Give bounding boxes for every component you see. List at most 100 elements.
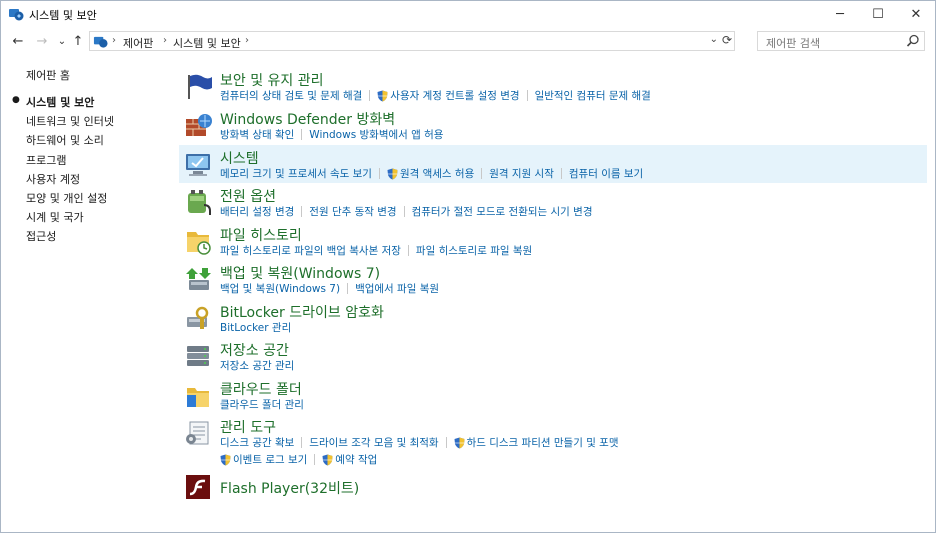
task-link-label: 컴퓨터가 절전 모드로 전환되는 시기 변경	[411, 206, 593, 218]
forward-button[interactable]: →	[33, 32, 51, 50]
file-history-icon[interactable]	[183, 226, 213, 256]
task-link[interactable]: Windows 방화벽에서 앱 허용	[309, 127, 443, 142]
sidebar-item-ease-of-access[interactable]: 접근성	[26, 228, 56, 244]
sidebar-item-hardware-sound[interactable]: 하드웨어 및 소리	[26, 132, 104, 148]
close-button[interactable]: ✕	[897, 1, 935, 27]
sidebar-item-network-internet[interactable]: 네트워크 및 인터넷	[26, 113, 114, 129]
link-separator	[314, 454, 316, 465]
task-link[interactable]: 저장소 공간 관리	[220, 358, 294, 373]
chevron-right-icon[interactable]: ›	[245, 35, 249, 46]
chevron-right-icon[interactable]: ›	[112, 35, 116, 46]
task-link[interactable]: 메모리 크기 및 프로세서 속도 보기	[220, 166, 372, 181]
system-icon[interactable]	[183, 149, 213, 179]
task-link[interactable]: 디스크 공간 확보	[220, 435, 294, 450]
task-link[interactable]: 클라우드 폴더 관리	[220, 397, 304, 412]
category-title[interactable]: 전원 옵션	[220, 186, 276, 206]
sidebar-item-user-accounts[interactable]: 사용자 계정	[26, 171, 80, 187]
uac-shield-icon	[322, 454, 333, 465]
link-separator	[301, 437, 303, 448]
link-separator	[526, 90, 528, 101]
task-link[interactable]: 컴퓨터 이름 보기	[569, 166, 643, 181]
search-icon[interactable]	[906, 34, 920, 48]
task-link[interactable]: 일반적인 컴퓨터 문제 해결	[535, 88, 651, 103]
task-link-label: 드라이브 조각 모음 및 최적화	[309, 437, 439, 449]
task-link[interactable]: 사용자 계정 컨트롤 설정 변경	[377, 88, 520, 103]
breadcrumb-control-panel[interactable]: 제어판	[123, 35, 153, 51]
category-title[interactable]: 저장소 공간	[220, 340, 289, 360]
task-link-row: 파일 히스토리로 파일의 백업 복사본 저장 파일 히스토리로 파일 복원	[220, 243, 532, 258]
category-flash: Flash Player(32비트)	[179, 472, 927, 502]
task-link-row: 저장소 공간 관리	[220, 358, 294, 373]
task-link-row: 방화벽 상태 확인 Windows 방화벽에서 앱 허용	[220, 127, 443, 142]
uac-shield-icon	[220, 454, 231, 465]
category-title[interactable]: Flash Player(32비트)	[220, 478, 359, 498]
task-link[interactable]: 백업 및 복원(Windows 7)	[220, 281, 340, 296]
task-link-label: 백업에서 파일 복원	[355, 283, 440, 295]
task-link[interactable]: 컴퓨터가 절전 모드로 전환되는 시기 변경	[412, 204, 593, 219]
sidebar-item-clock-region[interactable]: 시계 및 국가	[26, 209, 84, 225]
category-system: 시스템 메모리 크기 및 프로세서 속도 보기 원격 액세스 허용 원격 지원 시작 컴…	[179, 145, 927, 183]
link-separator	[369, 90, 371, 101]
minimize-button[interactable]: ─	[821, 1, 859, 27]
category-title[interactable]: 클라우드 폴더	[220, 379, 302, 399]
link-separator	[481, 168, 483, 179]
category-title[interactable]: 백업 및 복원(Windows 7)	[220, 263, 380, 283]
category-title[interactable]: BitLocker 드라이브 암호화	[220, 302, 384, 322]
task-link[interactable]: 전원 단추 동작 변경	[309, 204, 396, 219]
storage-icon[interactable]	[183, 341, 213, 371]
task-link-label: 저장소 공간 관리	[220, 360, 295, 372]
task-link[interactable]: 원격 액세스 허용	[387, 166, 474, 181]
bitlocker-icon[interactable]	[183, 303, 213, 333]
backup-icon[interactable]	[183, 264, 213, 294]
link-separator	[347, 283, 349, 294]
task-link[interactable]: 이벤트 로그 보기	[220, 452, 307, 467]
admin-tools-icon[interactable]	[183, 418, 213, 448]
task-link[interactable]: BitLocker 관리	[220, 320, 291, 335]
sidebar-item-appearance-personalization[interactable]: 모양 및 개인 설정	[26, 190, 107, 206]
category-title[interactable]: 관리 도구	[220, 417, 276, 437]
task-link[interactable]: 하드 디스크 파티션 만들기 및 포맷	[454, 435, 619, 450]
cloud-folder-icon[interactable]	[183, 380, 213, 410]
maximize-button[interactable]: ☐	[859, 1, 897, 27]
up-button[interactable]: ↑	[69, 32, 87, 50]
flag-icon[interactable]	[183, 71, 213, 101]
category-title[interactable]: 파일 히스토리	[220, 225, 302, 245]
category-file-history: 파일 히스토리 파일 히스토리로 파일의 백업 복사본 저장 파일 히스토리로 파일…	[179, 222, 927, 260]
task-link[interactable]: 원격 지원 시작	[489, 166, 554, 181]
link-separator	[445, 437, 447, 448]
sidebar-item-system-security[interactable]: 시스템 및 보안	[26, 94, 94, 110]
power-icon[interactable]	[183, 187, 213, 217]
task-link-label: 배터리 설정 변경	[220, 206, 295, 218]
search-input[interactable]: 제어판 검색	[766, 35, 820, 51]
task-link-row: 컴퓨터의 상태 검토 및 문제 해결 사용자 계정 컨트롤 설정 변경 일반적인 컴…	[220, 88, 651, 103]
flash-icon[interactable]	[183, 472, 213, 502]
category-title[interactable]: 시스템	[220, 148, 259, 168]
task-link[interactable]: 예약 작업	[322, 452, 377, 467]
category-flag: 보안 및 유지 관리 컴퓨터의 상태 검토 및 문제 해결 사용자 계정 컨트롤 설…	[179, 67, 927, 105]
search-box[interactable]: 제어판 검색	[757, 31, 925, 51]
firewall-icon[interactable]	[183, 110, 213, 140]
address-bar[interactable]: › 제어판 › 시스템 및 보안 › ⌄ ⟳	[89, 31, 735, 51]
control-panel-icon	[93, 36, 108, 48]
chevron-right-icon[interactable]: ›	[163, 35, 167, 46]
task-link[interactable]: 방화벽 상태 확인	[220, 127, 294, 142]
category-title[interactable]: Windows Defender 방화벽	[220, 109, 395, 129]
task-link[interactable]: 파일 히스토리로 파일 복원	[416, 243, 532, 258]
task-link[interactable]: 컴퓨터의 상태 검토 및 문제 해결	[220, 88, 362, 103]
address-dropdown-icon[interactable]: ⌄	[710, 34, 718, 45]
sidebar-home-link[interactable]: 제어판 홈	[26, 67, 70, 83]
current-page-bullet-icon: ●	[12, 95, 20, 105]
link-separator	[407, 245, 409, 256]
task-link[interactable]: 백업에서 파일 복원	[355, 281, 439, 296]
task-link-label: 전원 단추 동작 변경	[309, 206, 397, 218]
task-link-label: BitLocker 관리	[220, 322, 292, 334]
breadcrumb-system-security[interactable]: 시스템 및 보안	[173, 35, 241, 51]
window-title: 시스템 및 보안	[29, 9, 97, 22]
back-button[interactable]: ←	[9, 32, 27, 50]
refresh-icon[interactable]: ⟳	[722, 33, 732, 47]
sidebar-item-programs[interactable]: 프로그램	[26, 152, 66, 168]
task-link[interactable]: 배터리 설정 변경	[220, 204, 294, 219]
category-title[interactable]: 보안 및 유지 관리	[220, 70, 324, 90]
task-link[interactable]: 파일 히스토리로 파일의 백업 복사본 저장	[220, 243, 401, 258]
task-link[interactable]: 드라이브 조각 모음 및 최적화	[309, 435, 438, 450]
